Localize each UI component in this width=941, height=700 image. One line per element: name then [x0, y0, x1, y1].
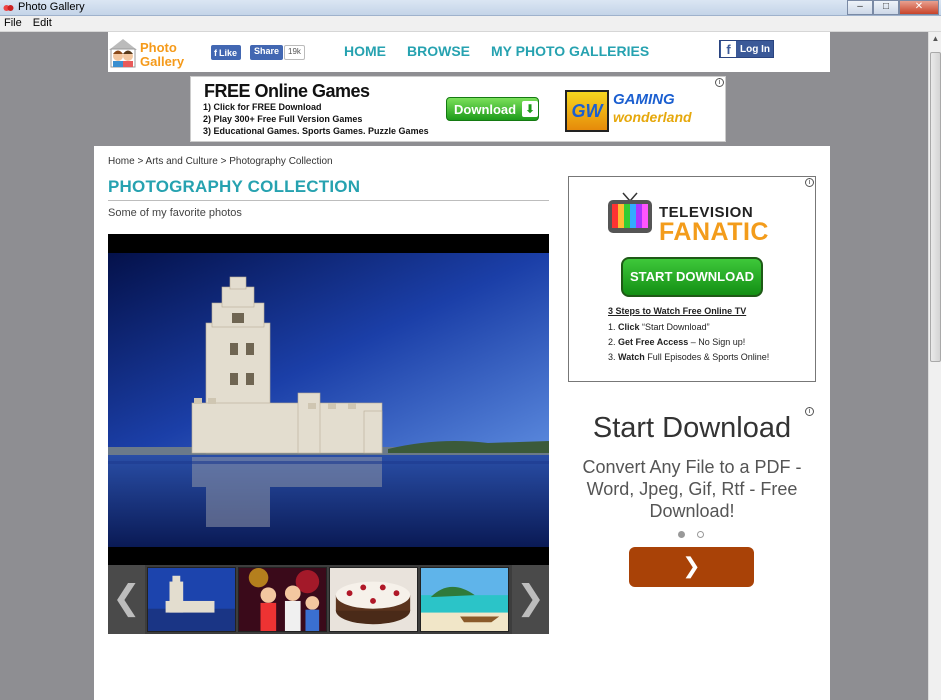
step-bold: Click	[618, 322, 640, 332]
chevron-left-icon[interactable]: ❮	[108, 565, 145, 634]
step-text: “Start Download”	[639, 322, 710, 332]
ad-line: 3) Educational Games. Sports Games. Puzz…	[203, 126, 429, 136]
scroll-up-icon[interactable]: ▲	[929, 32, 941, 46]
minimize-button[interactable]: –	[847, 0, 873, 15]
close-button[interactable]: ✕	[899, 0, 939, 15]
chevron-right-icon[interactable]: ❯	[512, 565, 549, 634]
logo-faces-icon	[109, 39, 137, 68]
thumbnail-party[interactable]	[238, 567, 327, 632]
share-count: 19k	[284, 45, 305, 60]
breadcrumb-current: Photography Collection	[229, 156, 333, 167]
page-subtitle: Some of my favorite photos	[108, 207, 242, 219]
ad-line: 2) Play 300+ Free Full Version Games	[203, 114, 363, 124]
tv-step: 2. Get Free Access – No Sign up!	[608, 337, 745, 347]
games-ad-banner[interactable]: FREE Online Games 1) Click for FREE Down…	[190, 76, 726, 142]
pdf-ad-text: Convert Any File to a PDF - Word, Jpeg, …	[582, 457, 802, 521]
chevron-right-icon: ❯	[682, 553, 701, 578]
ad-info-icon[interactable]: i	[715, 78, 724, 87]
menu-bar: File Edit	[0, 16, 941, 32]
ad-line: 1) Click for FREE Download	[203, 102, 322, 112]
like-label: Like	[219, 48, 238, 58]
gw-logo-icon: GW	[565, 90, 609, 132]
breadcrumb-home[interactable]: Home	[108, 156, 135, 167]
tv-step: 1. Click “Start Download”	[608, 322, 710, 332]
pdf-next-button[interactable]: ❯	[629, 547, 754, 587]
title-divider	[108, 200, 549, 201]
step-bold: Get Free Access	[618, 337, 689, 347]
tv-fanatic-ad[interactable]: i TELEVISION FANATIC START DOWNLOAD 3 St…	[568, 176, 816, 382]
facebook-share-button[interactable]: Share	[250, 45, 284, 60]
menu-edit[interactable]: Edit	[29, 16, 56, 30]
page-title: PHOTOGRAPHY COLLECTION	[108, 177, 361, 196]
tv-brand-line2: FANATIC	[659, 218, 769, 246]
thumbnail-beach[interactable]	[420, 567, 509, 632]
nav-home[interactable]: HOME	[344, 43, 386, 59]
facebook-logo-icon: f	[721, 41, 736, 57]
login-label: Log In	[740, 43, 770, 55]
logo-text-photo: Photo	[140, 40, 177, 55]
ad-info-icon[interactable]: i	[805, 178, 814, 187]
step-text: – No Sign up!	[688, 337, 746, 347]
brand-line2: wonderland	[613, 109, 692, 125]
ad-title: FREE Online Games	[204, 81, 370, 101]
window-titlebar: Photo Gallery – □ ✕	[0, 0, 941, 16]
download-label: Download	[454, 101, 517, 117]
main-content: Home > Arts and Culture > Photography Co…	[94, 146, 830, 700]
photo-viewer: ❮ ❯	[108, 234, 549, 634]
breadcrumb-separator: >	[137, 156, 144, 167]
facebook-f-icon: f	[214, 48, 217, 58]
main-photo[interactable]	[108, 253, 549, 547]
breadcrumb-arts-and-culture[interactable]: Arts and Culture	[146, 156, 218, 167]
thumbnail-tower[interactable]	[147, 567, 236, 632]
pdf-converter-ad[interactable]: i Start Download Convert Any File to a P…	[568, 404, 816, 594]
site-header: Photo Gallery f Like Share 19k HOME BROW…	[108, 32, 830, 72]
step-bold: Watch	[618, 352, 645, 362]
step-number: 3.	[608, 352, 616, 362]
breadcrumb-separator: >	[220, 156, 227, 167]
scroll-thumb[interactable]	[930, 52, 941, 362]
ad-download-button[interactable]: Download ⬇	[446, 97, 539, 121]
app-icon	[3, 5, 14, 11]
site-logo[interactable]: Photo Gallery	[108, 34, 190, 70]
breadcrumb: Home > Arts and Culture > Photography Co…	[108, 156, 333, 167]
window-title: Photo Gallery	[18, 1, 85, 13]
brand-line1: GAMING	[613, 91, 675, 108]
thumbnail-cake[interactable]	[329, 567, 418, 632]
carousel-dots	[678, 531, 704, 538]
tv-steps-title: 3 Steps to Watch Free Online TV	[608, 306, 747, 316]
nav-my-photo-galleries[interactable]: MY PHOTO GALLERIES	[491, 43, 649, 59]
tv-icon	[608, 192, 652, 233]
vertical-scrollbar[interactable]: ▲	[928, 32, 941, 700]
step-text: Full Episodes & Sports Online!	[644, 352, 770, 362]
facebook-login-button[interactable]: f Log In	[719, 40, 774, 58]
main-nav: HOME BROWSE MY PHOTO GALLERIES	[344, 43, 649, 59]
step-number: 1.	[608, 322, 616, 332]
logo-text-gallery: Gallery	[140, 54, 185, 69]
nav-browse[interactable]: BROWSE	[407, 43, 470, 59]
carousel-dot[interactable]	[697, 531, 704, 538]
step-number: 2.	[608, 337, 616, 347]
down-arrow-icon: ⬇	[522, 101, 538, 117]
pdf-ad-title: Start Download	[592, 412, 792, 444]
tv-step: 3. Watch Full Episodes & Sports Online!	[608, 352, 769, 362]
thumbnail-strip: ❮ ❯	[108, 565, 549, 634]
carousel-dot-active[interactable]	[678, 531, 685, 538]
gaming-wonderland-logo: GW GAMING wonderland	[565, 90, 715, 132]
maximize-button[interactable]: □	[873, 0, 899, 15]
facebook-like-button[interactable]: f Like	[211, 45, 242, 60]
start-download-button[interactable]: START DOWNLOAD	[621, 257, 763, 297]
menu-file[interactable]: File	[0, 16, 26, 30]
